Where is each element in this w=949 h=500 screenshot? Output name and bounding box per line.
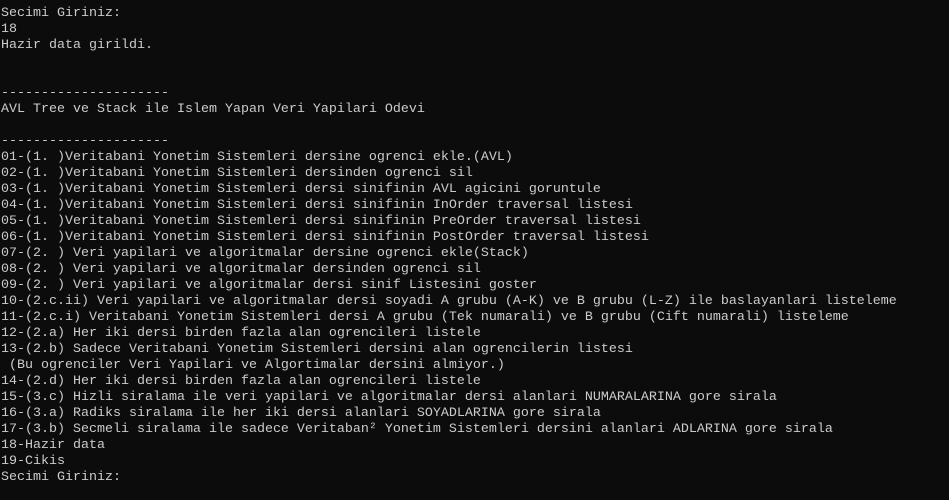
console-line: 07-(2. ) Veri yapilari ve algoritmalar d… [1,246,529,261]
console-line: 04-(1. )Veritabani Yonetim Sistemleri de… [1,198,633,213]
console-line: 14-(2.d) Her iki dersi birden fazla alan… [1,374,481,389]
console-line: 11-(2.c.i) Veritabani Yonetim Sistemleri… [1,310,849,325]
console-line: 02-(1. )Veritabani Yonetim Sistemleri de… [1,166,473,181]
console-line: 17-(3.b) Secmeli siralama ile sadece Ver… [1,422,833,437]
console-line: (Bu ogrenciler Veri Yapilari ve Algortim… [1,358,505,373]
console-line: 08-(2. ) Veri yapilari ve algoritmalar d… [1,262,481,277]
input-prompt: Secimi Giriniz: [1,470,121,485]
console-line: 15-(3.c) Hizli siralama ile veri yapilar… [1,390,777,405]
console-line: 18-Hazir data [1,438,105,453]
console-line: --------------------- [1,134,169,149]
console-line: 16-(3.a) Radiks siralama ile her iki der… [1,406,601,421]
console-line: Hazir data girildi. [1,38,153,53]
console-line: 03-(1. )Veritabani Yonetim Sistemleri de… [1,182,601,197]
console-line: AVL Tree ve Stack ile Islem Yapan Veri Y… [1,102,425,117]
console-line: --------------------- [1,86,169,101]
console-line: 12-(2.a) Her iki dersi birden fazla alan… [1,326,481,341]
console-output[interactable]: 19-CikisSecimi Giriniz:18Hazir data giri… [1,0,897,486]
console-line: 19-Cikis [1,454,65,469]
console-line: 13-(2.b) Sadece Veritabani Yonetim Siste… [1,342,633,357]
console-line: Secimi Giriniz: [1,6,121,21]
console-line: 10-(2.c.ii) Veri yapilari ve algoritmala… [1,294,897,309]
console-line: 01-(1. )Veritabani Yonetim Sistemleri de… [1,150,513,165]
console-line: 18 [1,22,17,37]
console-line: 05-(1. )Veritabani Yonetim Sistemleri de… [1,214,641,229]
console-line: 09-(2. ) Veri yapilari ve algoritmalar d… [1,278,537,293]
console-line: 06-(1. )Veritabani Yonetim Sistemleri de… [1,230,649,245]
